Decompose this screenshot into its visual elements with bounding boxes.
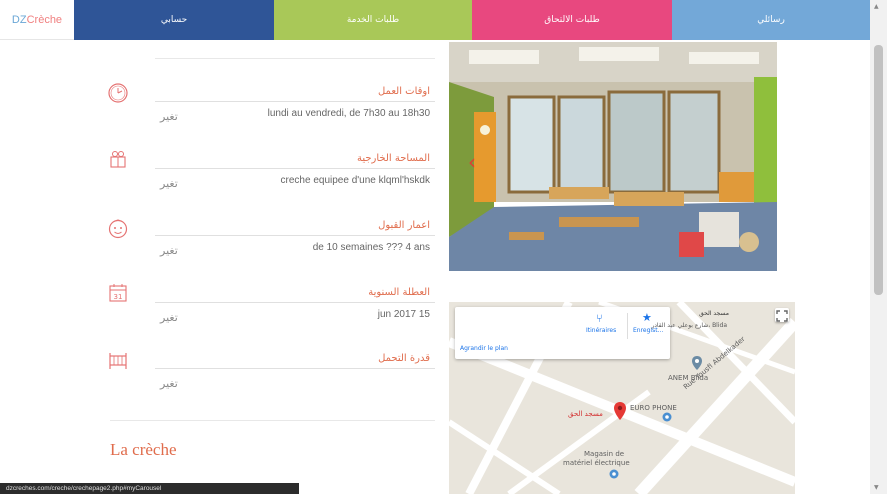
fullscreen-icon bbox=[776, 310, 788, 322]
map-card-place-name: مسجد الحق bbox=[699, 310, 729, 317]
map-label-magasin-line1: Magasin de bbox=[584, 450, 625, 458]
info-title-ages: اعمار القبول bbox=[378, 220, 430, 231]
crib-icon bbox=[109, 353, 127, 369]
change-link-ages[interactable]: تغير bbox=[160, 244, 178, 257]
divider bbox=[155, 58, 435, 59]
scroll-up-arrow-icon[interactable]: ▲ bbox=[874, 3, 879, 10]
brand-part1: DZ bbox=[11, 13, 27, 26]
map-pin-magasin-icon[interactable] bbox=[609, 469, 619, 479]
carousel-photo[interactable] bbox=[449, 42, 777, 271]
nav-my-account[interactable]: حسابي bbox=[74, 0, 274, 40]
brand-part2: Crèche bbox=[26, 13, 63, 26]
info-title-outdoor: المساحة الخارجية bbox=[356, 153, 430, 164]
change-link-vacation[interactable]: تغير bbox=[160, 311, 178, 324]
scrollbar-thumb[interactable] bbox=[874, 45, 883, 295]
calendar-day: 31 bbox=[114, 293, 123, 301]
change-link-capacity[interactable]: تغير bbox=[160, 377, 178, 390]
map-label-euro-phone: EURO PHONE bbox=[630, 404, 677, 412]
map-label-magasin-line2: matériel électrique bbox=[563, 459, 630, 467]
map-enlarge-link[interactable]: Agrandir le plan bbox=[460, 345, 508, 352]
browser-status-bar: dzcreches.com/creche/crechepage2.php#myC… bbox=[0, 483, 299, 494]
divider bbox=[155, 168, 435, 169]
info-value-hours: lundi au vendredi, de 7h30 au 18h30 bbox=[267, 108, 430, 119]
divider bbox=[155, 101, 435, 102]
change-link-hours[interactable]: تغير bbox=[160, 110, 178, 123]
map-card-divider bbox=[627, 313, 628, 339]
info-title-vacation: العطلة السنوية bbox=[368, 287, 430, 298]
nav-my-messages[interactable]: رسائلي bbox=[672, 0, 870, 40]
map-save-button[interactable]: Enregist... bbox=[633, 327, 663, 334]
toy-blocks-icon bbox=[110, 151, 126, 168]
nursery-room-image bbox=[449, 42, 777, 271]
info-value-vacation: jun 2017 15 bbox=[377, 309, 430, 320]
map-pin-euro-icon[interactable] bbox=[662, 412, 672, 422]
clock-icon bbox=[108, 83, 128, 103]
change-link-outdoor[interactable]: تغير bbox=[160, 177, 178, 190]
divider bbox=[155, 235, 435, 236]
map-pin-mosque-icon[interactable] bbox=[614, 402, 626, 420]
star-save-icon[interactable]: ★ bbox=[642, 311, 652, 324]
scroll-down-arrow-icon[interactable]: ▼ bbox=[874, 484, 879, 491]
map-label-mosque: مسجد الحق bbox=[568, 410, 603, 418]
directions-icon[interactable]: ⑂ bbox=[596, 312, 603, 325]
map-directions-button[interactable]: Itinéraires bbox=[586, 327, 616, 334]
info-title-capacity: قدرة التحمل bbox=[378, 353, 430, 364]
calendar-icon: 31 bbox=[109, 284, 127, 302]
divider bbox=[155, 302, 435, 303]
top-navbar: DZ Crèche حسابي طلبات الخدمة طلبات الالت… bbox=[0, 0, 870, 40]
divider bbox=[155, 368, 435, 369]
brand-logo[interactable]: DZ Crèche bbox=[0, 0, 74, 40]
map-fullscreen-button[interactable] bbox=[775, 308, 789, 322]
carousel-prev-icon[interactable]: ‹ bbox=[468, 150, 476, 174]
nav-enrollment-requests[interactable]: طلبات الالتحاق bbox=[472, 0, 672, 40]
baby-face-icon bbox=[108, 219, 128, 239]
info-value-outdoor: creche equipee d'une klqml'hskdk bbox=[280, 175, 430, 186]
section-divider bbox=[110, 420, 435, 421]
nav-service-requests[interactable]: طلبات الخدمة bbox=[274, 0, 472, 40]
section-title: La crèche bbox=[110, 440, 177, 459]
info-value-ages: de 10 semaines ??? 4 ans bbox=[312, 242, 430, 253]
info-title-hours: اوقات العمل bbox=[377, 86, 430, 97]
